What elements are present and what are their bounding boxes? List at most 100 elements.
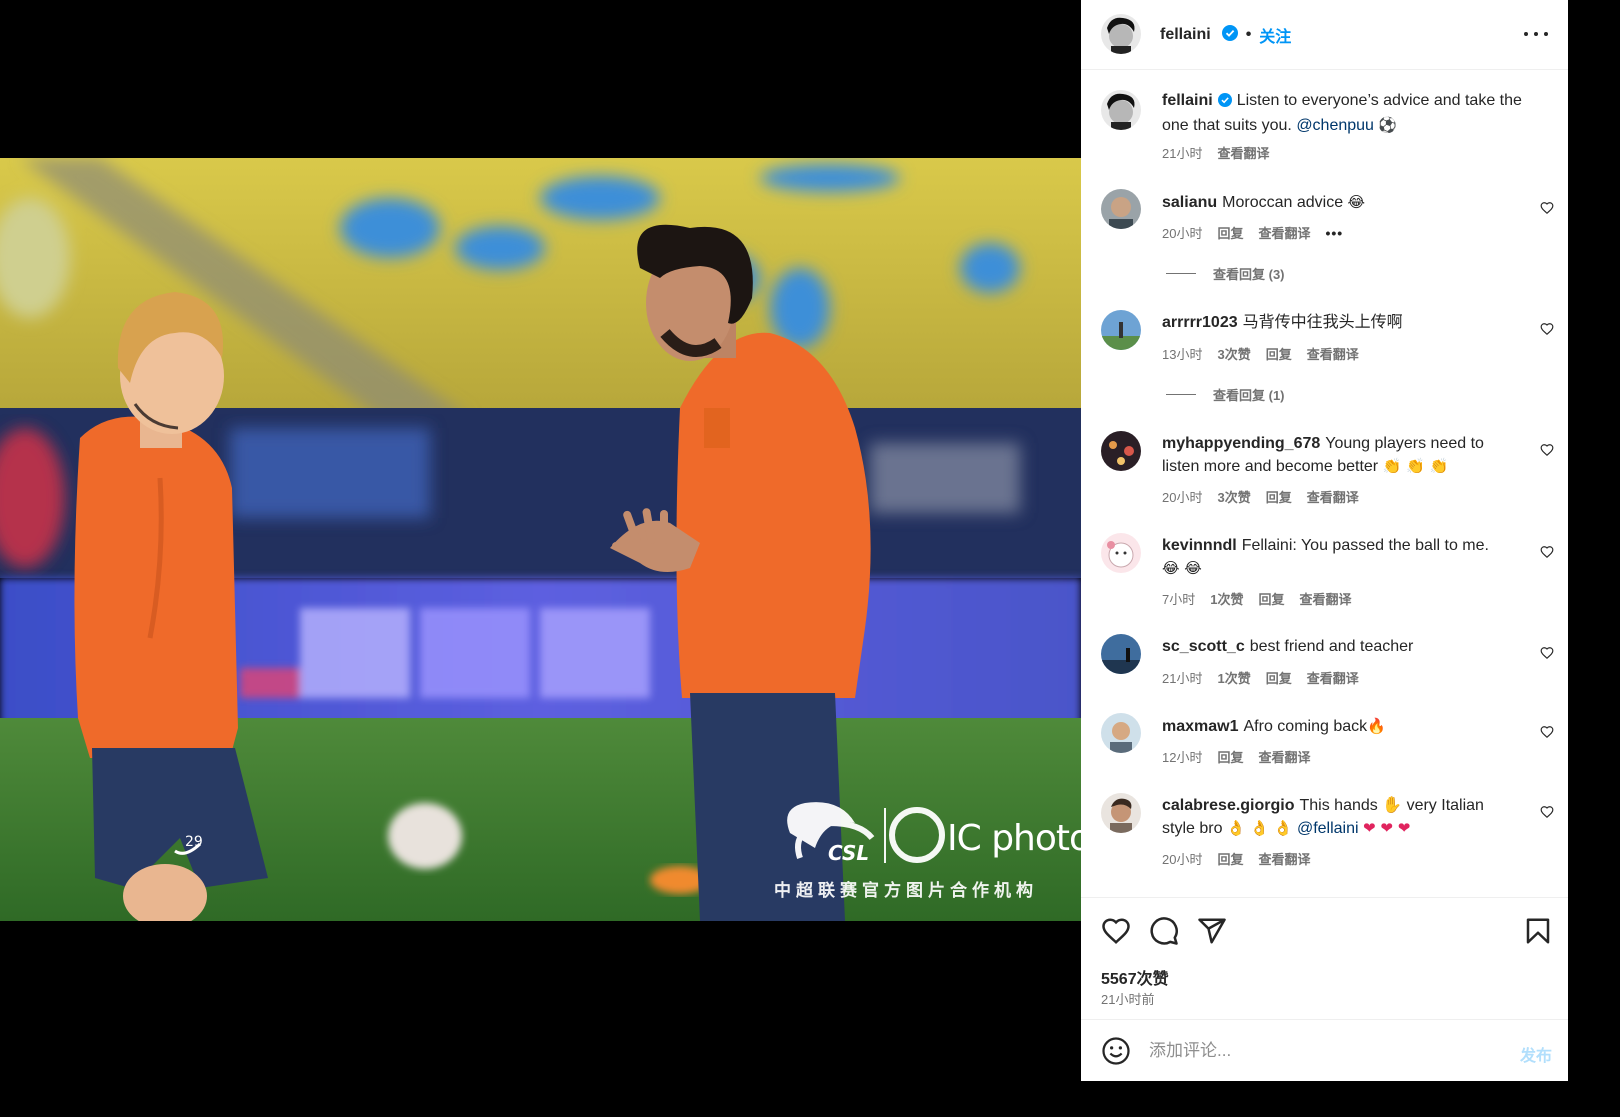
like-comment-heart-icon[interactable] xyxy=(1540,545,1554,559)
comment-time: 20小时 xyxy=(1162,490,1203,505)
paper-plane-icon[interactable] xyxy=(1197,916,1227,946)
like-comment-heart-icon[interactable] xyxy=(1540,725,1554,739)
view-replies-button[interactable]: 查看回复 (3) xyxy=(1166,264,1285,283)
comment-meta: 20小时 回复 查看翻译 xyxy=(1162,849,1311,868)
comment-likes[interactable]: 1次赞 xyxy=(1217,668,1250,687)
comment-likes[interactable]: 3次赞 xyxy=(1217,344,1250,363)
comment-time: 20小时 xyxy=(1162,852,1203,867)
see-translation-button[interactable]: 查看翻译 xyxy=(1307,487,1359,506)
like-comment-heart-icon[interactable] xyxy=(1540,322,1554,336)
commenter-username[interactable]: kevinnndl xyxy=(1162,537,1237,554)
caption-username[interactable]: fellaini xyxy=(1162,92,1213,109)
post-comment-button[interactable]: 发布 xyxy=(1520,1042,1552,1066)
commenter-username[interactable]: sc_scott_c xyxy=(1162,638,1245,655)
commenter-avatar[interactable] xyxy=(1101,189,1141,229)
see-translation-button[interactable]: 查看翻译 xyxy=(1258,747,1310,766)
commenter-avatar[interactable] xyxy=(1101,533,1141,573)
comment-likes[interactable]: 3次赞 xyxy=(1217,487,1250,506)
commenter-username[interactable]: salianu xyxy=(1162,194,1217,211)
post-side-panel: fellaini • 关注 fellaini Listen to everyone… xyxy=(1081,0,1568,1081)
comment-time: 7小时 xyxy=(1162,592,1196,607)
comment-text: salianu Moroccan advice 😂 xyxy=(1162,191,1522,214)
likes-count[interactable]: 5567次赞 xyxy=(1101,965,1169,989)
see-translation-button[interactable]: 查看翻译 xyxy=(1307,668,1359,687)
comment-meta: 12小时 回复 查看翻译 xyxy=(1162,747,1311,766)
comment-meta: 13小时 3次赞 回复 查看翻译 xyxy=(1162,344,1359,363)
comment-time: 12小时 xyxy=(1162,750,1203,765)
caption-time: 21小时 xyxy=(1162,146,1203,161)
comment-text: kevinnndl Fellaini: You passed the ball t… xyxy=(1162,535,1507,580)
comments-list[interactable]: fellaini Listen to everyone’s advice and … xyxy=(1081,71,1568,897)
comment-mention[interactable]: @fellaini xyxy=(1297,820,1359,837)
author-avatar[interactable] xyxy=(1101,14,1141,54)
comment-meta: 7小时 1次赞 回复 查看翻译 xyxy=(1162,589,1352,608)
comment-time: 21小时 xyxy=(1162,671,1203,686)
comment-body: Moroccan advice xyxy=(1222,194,1344,211)
comment-body: Afro coming back xyxy=(1243,718,1368,735)
comment-input[interactable] xyxy=(1149,1038,1489,1064)
like-comment-heart-icon[interactable] xyxy=(1540,805,1554,819)
author-avatar[interactable] xyxy=(1101,90,1141,130)
follow-button[interactable]: 关注 xyxy=(1259,23,1291,47)
heart-icon[interactable] xyxy=(1101,916,1131,946)
smiley-icon[interactable] xyxy=(1101,1036,1131,1066)
post-actions: 5567次赞 21小时前 xyxy=(1081,897,1568,1019)
reply-button[interactable]: 回复 xyxy=(1217,747,1243,766)
commenter-avatar[interactable] xyxy=(1101,713,1141,753)
commenter-username[interactable]: calabrese.giorgio xyxy=(1162,797,1295,814)
commenter-avatar[interactable] xyxy=(1101,431,1141,471)
verified-badge-icon xyxy=(1217,92,1232,114)
commenter-username[interactable]: myhappyending_678 xyxy=(1162,435,1320,452)
reply-button[interactable]: 回复 xyxy=(1217,223,1243,242)
caption-meta: 21小时 查看翻译 xyxy=(1162,143,1269,162)
comment-text: arrrrr1023 马背传中往我头上传啊 xyxy=(1162,312,1522,334)
view-replies-label: 查看回复 (3) xyxy=(1213,267,1285,282)
more-horizontal-icon[interactable] xyxy=(1524,24,1548,44)
bookmark-icon[interactable] xyxy=(1523,916,1553,946)
soccer-ball-emoji: ⚽ xyxy=(1378,116,1398,134)
commenter-avatar[interactable] xyxy=(1101,310,1141,350)
see-translation-button[interactable]: 查看翻译 xyxy=(1217,143,1269,162)
commenter-username[interactable]: maxmaw1 xyxy=(1162,718,1239,735)
comment-meta: 20小时 3次赞 回复 查看翻译 xyxy=(1162,487,1359,506)
commenter-username[interactable]: arrrrr1023 xyxy=(1162,314,1238,331)
comment-likes[interactable]: 1次赞 xyxy=(1210,589,1243,608)
like-comment-heart-icon[interactable] xyxy=(1540,201,1554,215)
ok-hand-emoji: 👌 👌 👌 xyxy=(1226,819,1293,837)
commenter-avatar[interactable] xyxy=(1101,793,1141,833)
watermark-csl: CSL xyxy=(828,841,869,865)
see-translation-button[interactable]: 查看翻译 xyxy=(1307,344,1359,363)
view-replies-button[interactable]: 查看回复 (1) xyxy=(1166,385,1285,404)
post-header: fellaini • 关注 xyxy=(1081,0,1568,70)
post-photo: 29 CSL IC photo xyxy=(0,158,1081,921)
like-comment-heart-icon[interactable] xyxy=(1540,443,1554,457)
reply-button[interactable]: 回复 xyxy=(1217,849,1243,868)
comment-options-button[interactable]: ••• xyxy=(1326,225,1344,241)
fire-emoji: 🔥 xyxy=(1367,717,1386,735)
post-media: 29 CSL IC photo 中超联赛官方图片合作机构 xyxy=(0,0,1081,1081)
view-replies-label: 查看回复 (1) xyxy=(1213,388,1285,403)
verified-badge-icon xyxy=(1221,24,1238,46)
reply-button[interactable]: 回复 xyxy=(1266,668,1292,687)
comment-text: maxmaw1 Afro coming back🔥 xyxy=(1162,715,1522,738)
emoji: 👏 👏 👏 xyxy=(1382,457,1449,475)
like-comment-heart-icon[interactable] xyxy=(1540,646,1554,660)
comment-bubble-icon[interactable] xyxy=(1149,916,1179,946)
comment-body: 马背传中往我头上传啊 xyxy=(1242,314,1403,331)
comment-text: calabrese.giorgio This hands ✋ very Itali… xyxy=(1162,795,1507,840)
reply-button[interactable]: 回复 xyxy=(1266,487,1292,506)
see-translation-button[interactable]: 查看翻译 xyxy=(1258,223,1310,242)
emoji: 😂 xyxy=(1347,193,1366,211)
caption-text: fellaini Listen to everyone’s advice and … xyxy=(1162,90,1532,137)
watermark-subtitle: 中超联赛官方图片合作机构 xyxy=(774,881,1038,901)
caption-mention[interactable]: @chenpuu xyxy=(1296,117,1374,134)
comment-body: best friend and teacher xyxy=(1249,638,1414,655)
author-username[interactable]: fellaini xyxy=(1160,26,1211,44)
comment-text: sc_scott_c best friend and teacher xyxy=(1162,636,1522,658)
reply-button[interactable]: 回复 xyxy=(1266,344,1292,363)
see-translation-button[interactable]: 查看翻译 xyxy=(1299,589,1351,608)
reply-button[interactable]: 回复 xyxy=(1258,589,1284,608)
comment-body: Fellaini: You passed the ball to me. xyxy=(1241,537,1489,554)
commenter-avatar[interactable] xyxy=(1101,634,1141,674)
see-translation-button[interactable]: 查看翻译 xyxy=(1258,849,1310,868)
